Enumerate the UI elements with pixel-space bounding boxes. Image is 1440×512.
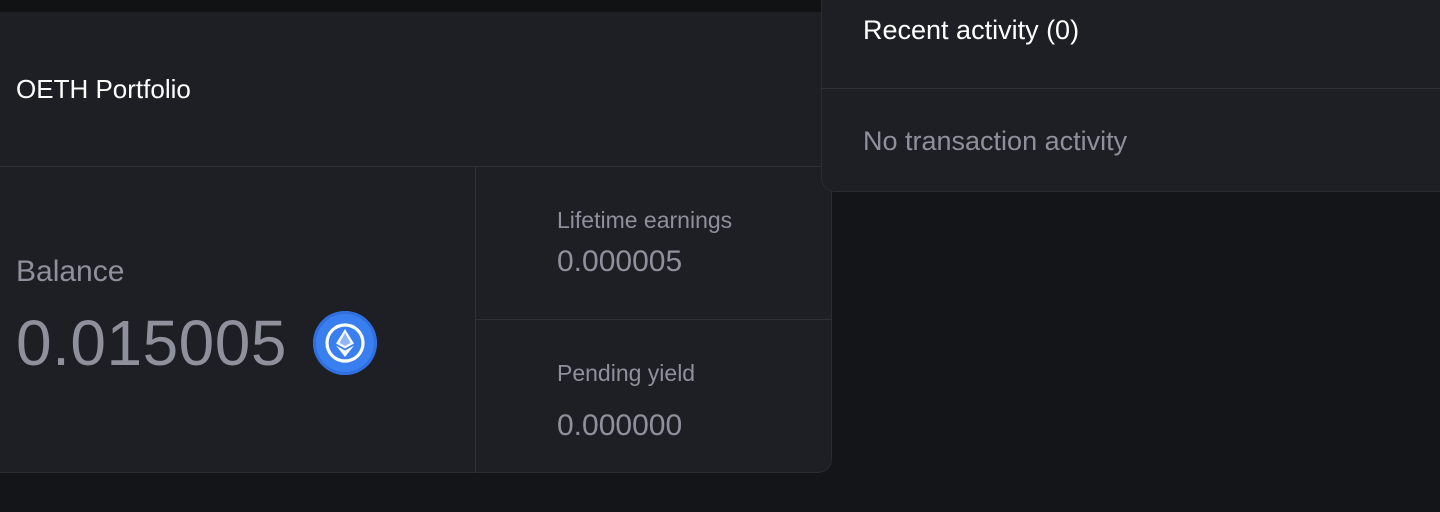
balance-row: 0.015005 — [16, 307, 377, 379]
pending-yield-label: Pending yield — [557, 360, 696, 386]
recent-activity-title: Recent activity (0) — [863, 15, 1080, 45]
lifetime-earnings-panel: Lifetime earnings 0.000005 — [476, 167, 832, 320]
lifetime-earnings-label: Lifetime earnings — [557, 207, 733, 233]
balance-panel: Balance 0.015005 — [0, 167, 476, 473]
portfolio-header: OETH Portfolio — [0, 12, 832, 167]
oeth-token-icon — [312, 311, 377, 375]
pending-yield-panel: Pending yield 0.000000 — [476, 321, 832, 474]
balance-label: Balance — [16, 255, 125, 288]
pending-yield-value: 0.000000 — [557, 409, 683, 442]
portfolio-card: OETH Portfolio Balance 0.015005 Lifetime… — [0, 12, 832, 473]
no-activity-message: No transaction activity — [863, 126, 1128, 156]
balance-value: 0.015005 — [16, 307, 287, 379]
lifetime-earnings-value: 0.000005 — [557, 245, 683, 278]
recent-activity-card: Recent activity (0) No transaction activ… — [821, 0, 1440, 192]
portfolio-title: OETH Portfolio — [16, 74, 191, 104]
page: OETH Portfolio Balance 0.015005 Lifetime… — [0, 0, 1440, 512]
recent-activity-header[interactable]: Recent activity (0) — [822, 0, 1440, 89]
